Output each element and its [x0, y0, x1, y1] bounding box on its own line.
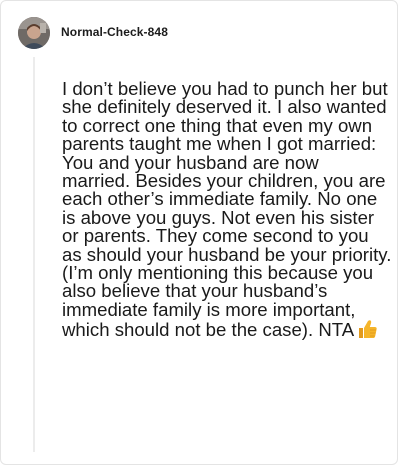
- thread-line[interactable]: [33, 57, 35, 452]
- comment-text: I don’t believe you had to punch her but…: [62, 78, 392, 341]
- avatar[interactable]: [18, 17, 50, 49]
- comment-card: Normal-Check-848 I don’t believe you had…: [0, 0, 398, 465]
- comment-username[interactable]: Normal-Check-848: [61, 25, 168, 39]
- comment-body: I don’t believe you had to punch her but…: [62, 78, 392, 341]
- avatar-image: [18, 17, 50, 49]
- thumbs-up-icon: [357, 319, 378, 339]
